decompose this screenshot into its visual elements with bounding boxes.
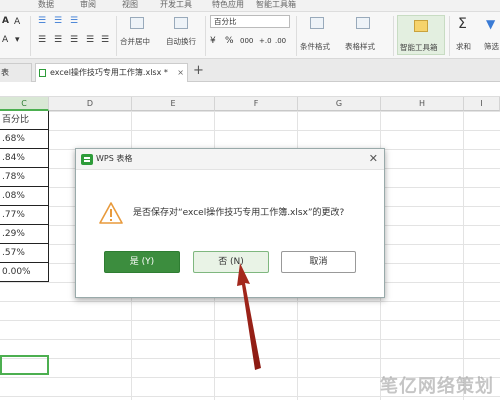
conditional-format-icon[interactable] xyxy=(310,17,324,29)
ribbon-toolbar: A A A ▾ ☰ ☰ ☰ ☰ ☰ ☰ ☰ ☰ 合并居中 自动换行 百分比 ¥ … xyxy=(0,12,500,59)
column-header-h[interactable]: H xyxy=(381,97,464,111)
toolbox-icon xyxy=(414,20,428,32)
justify-icon[interactable]: ☰ xyxy=(86,35,94,45)
document-tab-bar: 表 excel操作技巧专用工作簿.xlsx * × + xyxy=(0,59,500,82)
table-style-button[interactable]: 表格样式 xyxy=(345,41,375,52)
align-top-icon[interactable]: ☰ xyxy=(38,16,46,26)
column-header-i[interactable]: I xyxy=(464,97,500,111)
table-cell[interactable]: .29% xyxy=(0,225,49,244)
sum-icon[interactable]: Σ xyxy=(458,16,467,32)
close-icon[interactable]: ✕ xyxy=(369,152,378,165)
column-header-f[interactable]: F xyxy=(215,97,298,111)
dropdown-icon[interactable]: ▾ xyxy=(15,35,20,45)
conditional-format-button[interactable]: 条件格式 xyxy=(300,41,330,52)
warning-icon xyxy=(99,202,123,224)
watermark: 笔亿网络策划 xyxy=(380,376,494,397)
smart-toolbox-button[interactable]: 智能工具箱 xyxy=(397,15,445,55)
menu-smart-toolbox[interactable]: 智能工具箱 xyxy=(256,0,296,10)
table-cell[interactable]: 0.00% xyxy=(0,263,49,282)
column-header-e[interactable]: E xyxy=(132,97,215,111)
currency-icon[interactable]: ¥ xyxy=(210,36,216,46)
spreadsheet-icon xyxy=(39,69,46,77)
tab-sheet[interactable]: 表 xyxy=(0,63,32,82)
table-cell[interactable]: .57% xyxy=(0,244,49,263)
table-cell[interactable]: .68% xyxy=(0,130,49,149)
percent-icon[interactable]: % xyxy=(225,36,234,46)
merge-center-icon[interactable] xyxy=(130,17,144,29)
menu-features[interactable]: 特色应用 xyxy=(212,0,244,10)
tab-workbook[interactable]: excel操作技巧专用工作簿.xlsx * × xyxy=(35,63,188,82)
column-header-c[interactable]: C xyxy=(0,97,49,111)
menu-view[interactable]: 视图 xyxy=(122,0,138,10)
dialog-title: WPS 表格 xyxy=(96,154,133,163)
number-format-select[interactable]: 百分比 xyxy=(210,15,290,28)
fill-color-icon[interactable]: A xyxy=(2,35,8,45)
dialog-title-bar: WPS 表格 ✕ xyxy=(76,149,384,170)
cancel-button[interactable]: 取消 xyxy=(281,251,356,273)
column-header-d[interactable]: D xyxy=(49,97,132,111)
table-cell[interactable]: .84% xyxy=(0,149,49,168)
cell-c-header[interactable]: 百分比 xyxy=(0,111,49,130)
auto-wrap-icon[interactable] xyxy=(174,17,188,29)
no-button[interactable]: 否 (N) xyxy=(193,251,269,273)
new-tab-icon[interactable]: + xyxy=(193,63,204,78)
align-right-icon[interactable]: ☰ xyxy=(70,35,78,45)
decrease-decimal-icon[interactable]: .00 xyxy=(275,37,286,45)
align-center-icon[interactable]: ☰ xyxy=(54,35,62,45)
wps-logo-icon xyxy=(81,154,93,165)
menu-data[interactable]: 数据 xyxy=(38,0,54,10)
font-size-down-icon[interactable]: A xyxy=(14,17,20,27)
sum-button[interactable]: 求和 xyxy=(456,41,471,52)
thousands-icon[interactable]: 000 xyxy=(240,37,253,45)
close-tab-icon[interactable]: × xyxy=(177,64,184,81)
increase-decimal-icon[interactable]: +.0 xyxy=(259,37,272,45)
menu-bar: 数据 审阅 视图 开发工具 特色应用 智能工具箱 xyxy=(0,0,500,12)
column-header-g[interactable]: G xyxy=(298,97,381,111)
formula-bar[interactable] xyxy=(0,82,500,97)
font-size-up-icon[interactable]: A xyxy=(2,16,9,26)
align-middle-icon[interactable]: ☰ xyxy=(54,16,62,26)
distribute-icon[interactable]: ☰ xyxy=(101,35,109,45)
table-cell[interactable]: .78% xyxy=(0,168,49,187)
save-dialog: WPS 表格 ✕ 是否保存对“excel操作技巧专用工作簿.xlsx”的更改? … xyxy=(75,148,385,298)
auto-wrap-button[interactable]: 自动换行 xyxy=(166,36,196,47)
table-cell[interactable]: .77% xyxy=(0,206,49,225)
table-style-icon[interactable] xyxy=(356,17,370,29)
align-bottom-icon[interactable]: ☰ xyxy=(70,16,78,26)
selected-cell[interactable] xyxy=(0,355,49,375)
filter-button[interactable]: 筛选 xyxy=(484,41,499,52)
menu-review[interactable]: 审阅 xyxy=(80,0,96,10)
merge-center-button[interactable]: 合并居中 xyxy=(120,36,150,47)
table-cell[interactable]: .08% xyxy=(0,187,49,206)
yes-button[interactable]: 是 (Y) xyxy=(104,251,180,273)
align-left-icon[interactable]: ☰ xyxy=(38,35,46,45)
filter-icon[interactable]: ▼ xyxy=(486,17,495,31)
dialog-message: 是否保存对“excel操作技巧专用工作簿.xlsx”的更改? xyxy=(133,208,345,218)
menu-developer[interactable]: 开发工具 xyxy=(160,0,192,10)
